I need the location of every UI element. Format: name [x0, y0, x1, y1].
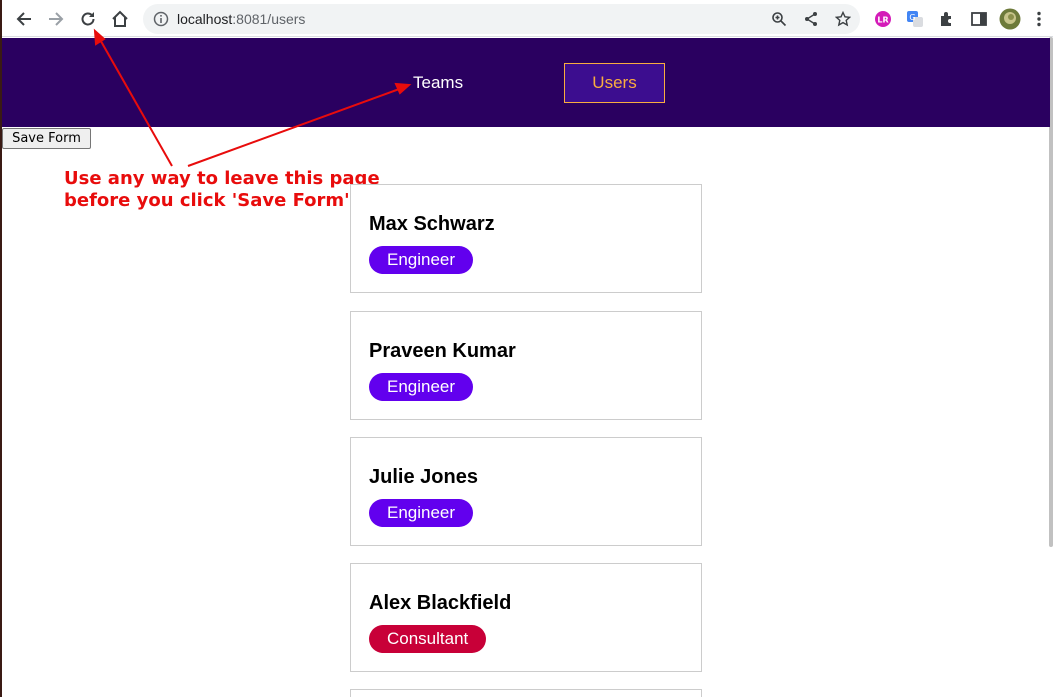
user-card[interactable]: Alex Blackfield Consultant [350, 563, 702, 672]
user-card-partial[interactable] [350, 689, 702, 697]
nav-teams-link[interactable]: Teams [413, 73, 463, 93]
share-icon[interactable] [800, 8, 822, 30]
forward-icon[interactable] [45, 8, 67, 30]
puzzle-icon[interactable] [936, 8, 958, 30]
role-badge: Consultant [369, 625, 487, 653]
user-name: Praveen Kumar [369, 340, 516, 362]
user-card[interactable]: Julie Jones Engineer [350, 437, 702, 546]
app-header [2, 38, 1050, 127]
zoom-icon[interactable] [768, 8, 790, 30]
svg-text:G: G [909, 13, 915, 22]
user-name: Julie Jones [369, 466, 478, 488]
home-icon[interactable] [109, 8, 131, 30]
menu-icon[interactable] [1032, 8, 1046, 30]
svg-text:LR: LR [877, 16, 888, 25]
role-badge: Engineer [369, 373, 474, 401]
role-badge: Engineer [369, 246, 474, 274]
annotation-line-1: Use any way to leave this page [64, 168, 380, 189]
back-icon[interactable] [13, 8, 35, 30]
info-icon[interactable] [153, 11, 169, 27]
url-text[interactable]: localhost:8081/users [177, 11, 305, 27]
nav-users-link[interactable]: Users [564, 63, 665, 103]
reload-icon[interactable] [77, 8, 99, 30]
user-card[interactable]: Max Schwarz Engineer [350, 184, 702, 293]
sidepanel-icon[interactable] [968, 8, 990, 30]
annotation-note: Use any way to leave this page before yo… [64, 168, 380, 212]
profile-avatar[interactable] [999, 8, 1021, 30]
url-host: localhost [177, 11, 233, 27]
address-bar[interactable]: localhost:8081/users [143, 4, 860, 34]
user-name: Max Schwarz [369, 213, 495, 235]
save-form-button[interactable]: Save Form [2, 128, 91, 149]
role-badge: Engineer [369, 499, 474, 527]
extension-lr-icon[interactable]: LR [872, 8, 894, 30]
user-name: Alex Blackfield [369, 592, 512, 614]
browser-toolbar: localhost:8081/users LR G [2, 0, 1053, 37]
star-icon[interactable] [832, 8, 854, 30]
translate-icon[interactable]: G [904, 8, 926, 30]
url-path: :8081/users [232, 11, 306, 27]
user-card[interactable]: Praveen Kumar Engineer [350, 311, 702, 420]
annotation-line-2: before you click 'Save Form' [64, 190, 350, 211]
